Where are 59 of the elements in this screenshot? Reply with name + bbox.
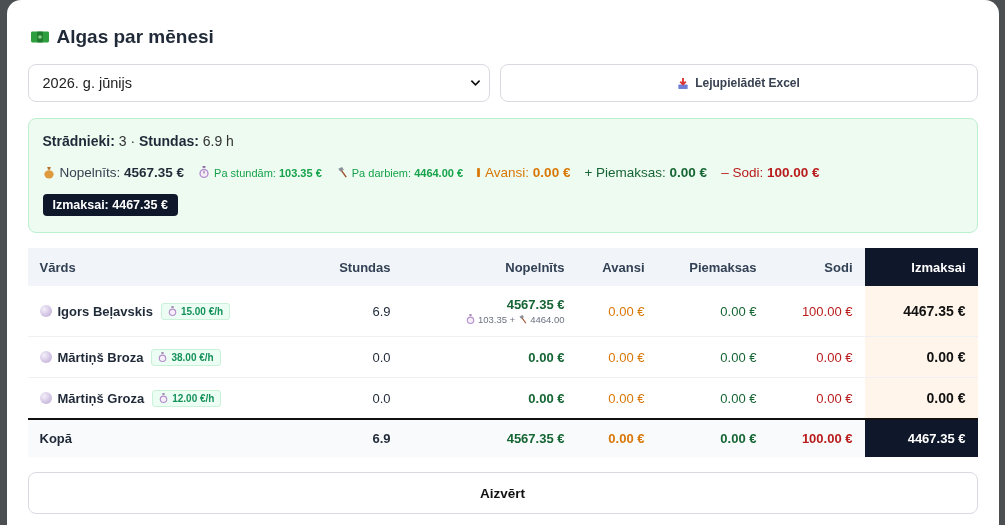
close-button[interactable]: Aizvērt [27, 472, 978, 514]
table-cell-text: 4567.35 € [505, 297, 565, 312]
breakdown-text: 4464.00 [530, 314, 565, 325]
table-cell: 4567.35 € [402, 419, 577, 457]
download-button[interactable]: Lejupielādēt Excel [499, 64, 978, 102]
avatar-icon [39, 305, 52, 317]
column-header: Avansi [576, 248, 657, 286]
table-cell-text: 0.00 € [527, 349, 565, 365]
column-header: Izmaksai [864, 248, 978, 286]
table-cell: 0.00 € [656, 419, 769, 457]
table-cell: 0.00 € [576, 286, 657, 337]
rate-badge: 12.00 €/h [152, 389, 222, 407]
payout-badge: Izmaksai: 4467.35 € [42, 194, 178, 216]
summary-item: Pa darbiem: 4464.00 € [351, 166, 464, 179]
table-cell: 4467.35 € [864, 286, 978, 337]
avatar-icon [39, 351, 52, 363]
table-cell: 100.00 € [768, 286, 865, 337]
table-cell: 0.00 € [656, 336, 769, 378]
hammer-icon [518, 314, 528, 325]
money-bag-icon [42, 166, 55, 179]
bar-icon [477, 167, 481, 178]
rate-badge: 38.00 €/h [151, 348, 221, 366]
worker-name: Mārtiņš Groza [57, 390, 145, 406]
table-cell: 0.00 € [576, 419, 657, 457]
worker-name: Igors Beļavskis [57, 303, 153, 319]
column-header: Vārds [27, 248, 301, 286]
table-cell: Kopā [27, 419, 301, 457]
table-cell: 100.00 € [768, 419, 865, 457]
table-cell-text: 0.00 € [527, 390, 565, 406]
table-cell: 0.00 € [656, 286, 769, 337]
table-cell: 6.9 [300, 286, 403, 337]
summary-stats: Strādnieki: 3 · Stundas: 6.9 h [42, 133, 234, 149]
summary-item: Nopelnīts: 4567.35 € [59, 165, 185, 180]
summary-item: Avansi: 0.00 € [485, 165, 571, 180]
rate-badge: 15.00 €/h [160, 302, 231, 320]
table-cell: 4467.35 € [864, 419, 978, 457]
download-icon [677, 76, 690, 90]
column-header: Sodi [768, 248, 865, 286]
column-header: Piemaksas [656, 248, 769, 286]
table-cell: 0.00 € [576, 336, 657, 378]
table-cell: 0.00 € [864, 336, 978, 378]
table-cell: 0.00 € [768, 336, 865, 378]
summary-item: + Piemaksas: 0.00 € [584, 165, 708, 180]
table-cell: 0.00 € [864, 377, 978, 419]
summary-item: Pa stundām: 103.35 € [214, 166, 322, 179]
column-header: Nopelnīts [402, 248, 577, 286]
summary-item: – Sodi: 100.00 € [721, 165, 820, 180]
stopwatch-icon [198, 166, 211, 179]
month-select[interactable]: 2026. g. jūnijs [27, 64, 490, 102]
table-cell: 6.9 [300, 419, 403, 457]
chevron-down-icon [469, 79, 481, 87]
worker-name: Mārtiņš Broza [57, 349, 144, 365]
avatar-icon [39, 392, 52, 404]
banknote-icon [30, 30, 49, 44]
table-cell: 0.0 [300, 336, 403, 378]
breakdown-text: 103.35 + [477, 314, 516, 325]
column-header: Stundas [300, 248, 403, 286]
stopwatch-icon [465, 314, 475, 325]
dialog-title: Algas par mēnesi [56, 26, 214, 48]
